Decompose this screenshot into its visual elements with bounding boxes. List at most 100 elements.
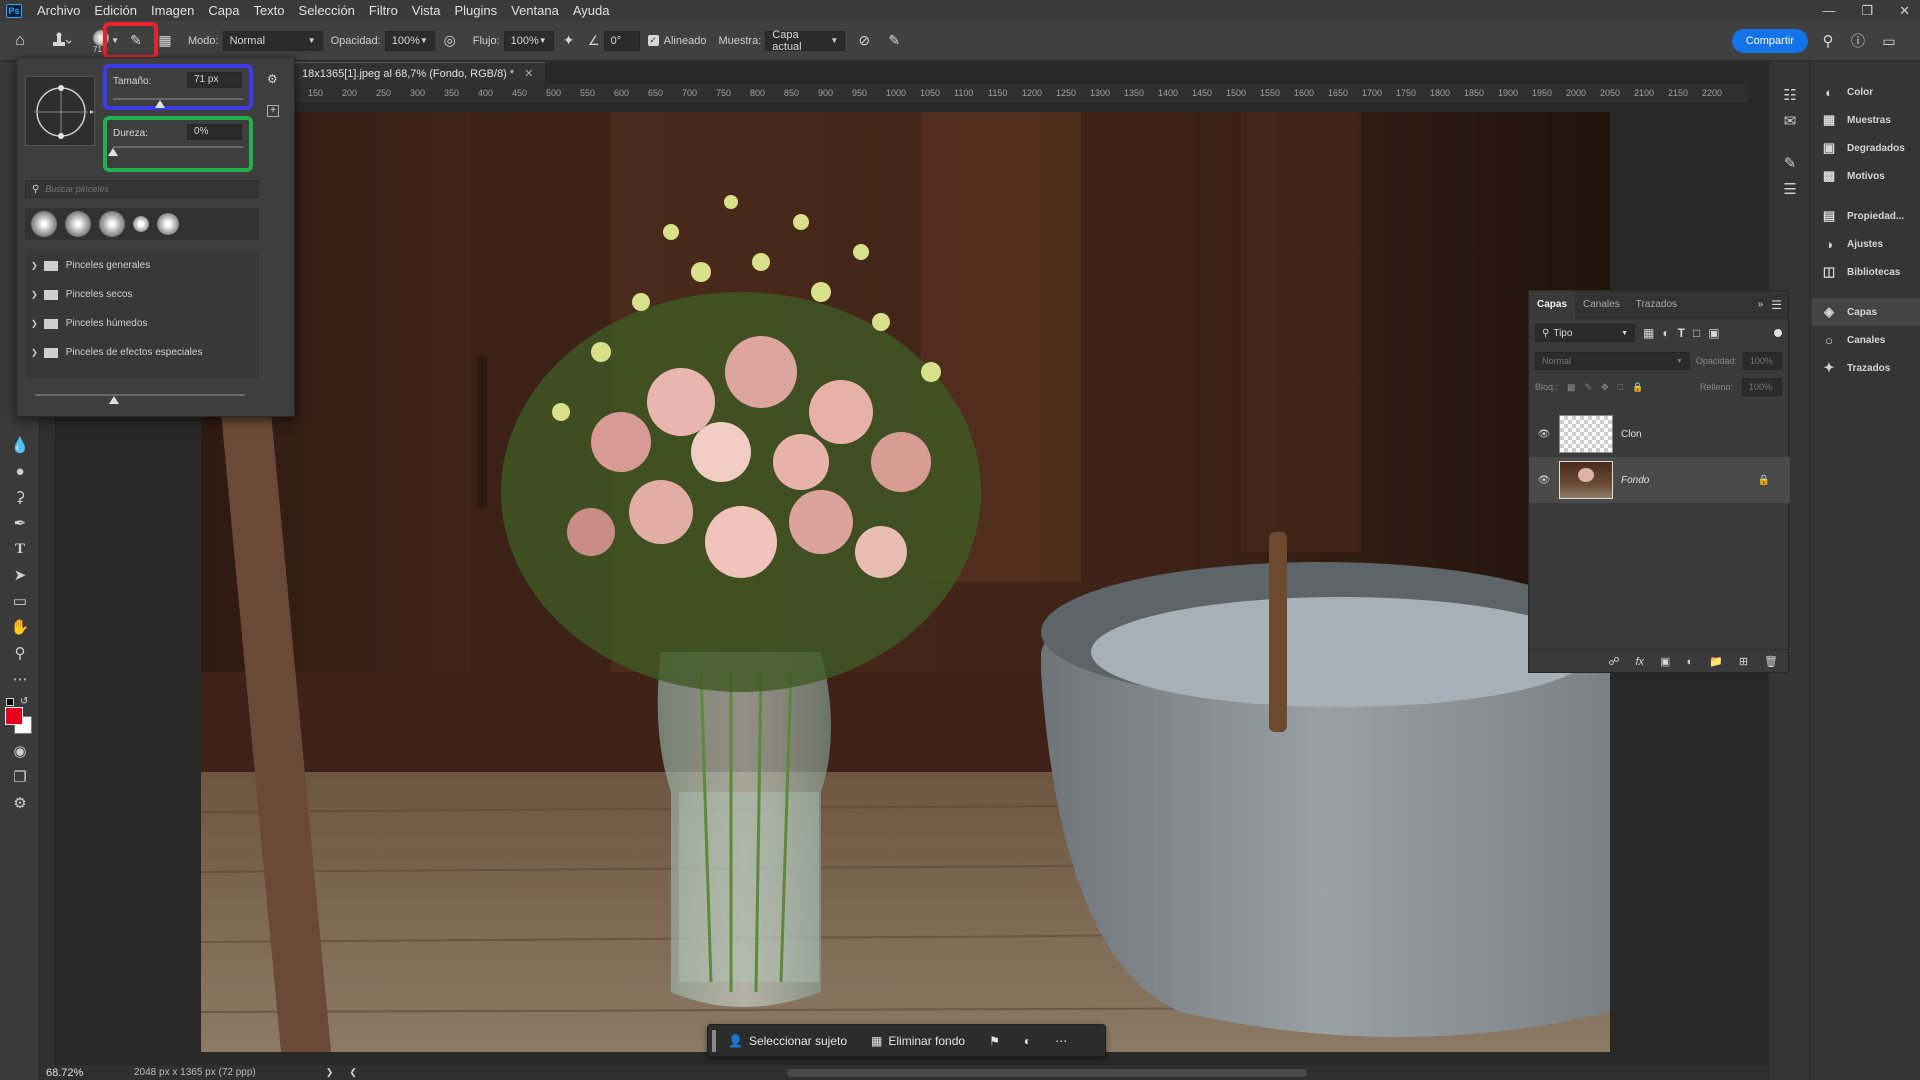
recent-brush-5[interactable] — [157, 213, 179, 235]
dodge-tool-icon[interactable]: ● — [0, 458, 40, 484]
layer-row-clon[interactable]: 👁 Clon — [1529, 411, 1790, 457]
panel-menu-icon[interactable]: ☰ — [1771, 298, 1782, 312]
new-group-icon[interactable]: 📁 — [1709, 655, 1723, 668]
clone-source-panel-icon[interactable]: ☰ — [1769, 176, 1811, 202]
foreground-color-swatch[interactable] — [5, 707, 23, 725]
recent-brush-4[interactable] — [133, 216, 149, 232]
menu-edicion[interactable]: Edición — [87, 0, 144, 21]
remove-background-button[interactable]: ▦ Eliminar fondo — [859, 1024, 977, 1057]
zoom-tool-icon[interactable]: ⚲ — [0, 640, 40, 666]
eye-icon[interactable]: 👁 — [1529, 475, 1559, 486]
mode-select[interactable]: Normal ▼ — [222, 30, 323, 51]
screen-mode-icon[interactable]: ❐ — [0, 764, 40, 790]
menu-ayuda[interactable]: Ayuda — [566, 0, 617, 21]
layer-name[interactable]: Fondo — [1621, 475, 1649, 486]
brush-search-field[interactable]: ⚲ — [25, 180, 259, 198]
zoom-level[interactable]: 68.72% — [40, 1067, 110, 1079]
dock-patterns[interactable]: ▩ Motivos — [1811, 162, 1920, 190]
help-icon[interactable]: ⓘ — [1846, 28, 1870, 54]
add-mask-icon[interactable]: ▣ — [1660, 655, 1670, 668]
select-subject-button[interactable]: 👤 Seleccionar sujeto — [716, 1024, 859, 1057]
lock-pixels-icon[interactable]: ✎ — [1585, 382, 1593, 393]
layer-opacity-input[interactable]: 100% — [1742, 352, 1782, 370]
close-tab-icon[interactable]: ✕ — [524, 67, 533, 80]
chevron-left-icon[interactable]: ❮ — [349, 1067, 357, 1078]
brush-angle-preview[interactable] — [25, 76, 95, 146]
more-options-button[interactable]: ⋯ — [1043, 1024, 1079, 1057]
recent-brush-3[interactable] — [99, 211, 125, 237]
new-adjustment-icon[interactable]: ◐ — [1686, 656, 1693, 668]
opacity-input[interactable]: 100% ▼ — [384, 30, 435, 51]
swap-colors-icon[interactable]: ↺ — [20, 696, 28, 707]
share-button[interactable]: Compartir — [1731, 29, 1808, 53]
hardness-slider-thumb[interactable] — [108, 148, 118, 156]
aligned-checkbox[interactable]: ✓ — [647, 35, 659, 46]
flow-input[interactable]: 100% ▼ — [503, 30, 554, 51]
sample-select[interactable]: Capa actual ▼ — [765, 29, 846, 53]
dock-libraries[interactable]: ◫ Bibliotecas — [1811, 258, 1920, 286]
workspace-icon[interactable]: ▭ — [1874, 28, 1904, 54]
size-slider-track[interactable] — [113, 98, 243, 100]
dock-swatches[interactable]: ▦ Muestras — [1811, 106, 1920, 134]
lock-all-icon[interactable]: 🔒 — [1632, 382, 1643, 393]
ignore-adjustment-icon[interactable]: ⊘ — [849, 28, 879, 54]
menu-seleccion[interactable]: Selección — [292, 0, 362, 21]
default-colors-icon[interactable] — [6, 698, 14, 706]
filter-shape-icon[interactable]: □ — [1693, 326, 1700, 340]
filter-pixel-icon[interactable]: ▦ — [1643, 326, 1654, 340]
dock-adjustments[interactable]: ◑ Ajustes — [1811, 230, 1920, 258]
dock-color[interactable]: ◐ Color — [1811, 78, 1920, 106]
layer-filter-select[interactable]: ⚲ Tipo ▼ — [1535, 324, 1635, 342]
filter-type-icon[interactable]: T — [1678, 326, 1685, 340]
eye-icon[interactable]: 👁 — [1529, 429, 1559, 440]
type-tool-icon[interactable]: T — [0, 536, 40, 562]
chevron-right-icon[interactable]: ❯ — [326, 1067, 334, 1078]
pressure-opacity-icon[interactable]: ◎ — [435, 28, 465, 54]
menu-vista[interactable]: Vista — [405, 0, 448, 21]
preview-size-slider[interactable] — [35, 394, 245, 396]
adjust-button[interactable]: ◐ — [1012, 1024, 1043, 1057]
quick-mask-icon[interactable]: ◉ — [0, 738, 40, 764]
new-layer-icon[interactable]: ⊞ — [1739, 655, 1748, 668]
fx-icon[interactable]: fx — [1635, 656, 1644, 668]
tab-capas[interactable]: Capas — [1529, 290, 1576, 319]
clone-stamp-preset-icon[interactable] — [40, 28, 80, 54]
pressure-size-icon[interactable]: ✎ — [879, 28, 909, 54]
color-swatches[interactable]: ↺ — [0, 692, 39, 738]
hardness-input[interactable]: 0% — [187, 124, 242, 140]
lock-position-icon[interactable]: ✥ — [1601, 382, 1609, 393]
airbrush-icon[interactable]: ✦ — [554, 28, 584, 54]
trash-icon[interactable]: 🗑 — [1764, 655, 1778, 668]
preview-size-thumb[interactable] — [109, 396, 119, 404]
document-image[interactable] — [201, 112, 1610, 1052]
close-icon[interactable]: ✕ — [1899, 0, 1910, 21]
minimize-icon[interactable]: — — [1822, 0, 1835, 21]
tab-trazados[interactable]: Trazados — [1628, 291, 1685, 319]
dock-properties[interactable]: ▤ Propiedad... — [1811, 202, 1920, 230]
burn-tool-icon[interactable]: ⚳ — [0, 484, 40, 510]
lock-transparent-icon[interactable]: ▩ — [1567, 382, 1576, 393]
dock-channels[interactable]: ○ Canales — [1811, 326, 1920, 354]
filter-smart-icon[interactable]: ▣ — [1708, 326, 1719, 340]
flag-button[interactable]: ⚑ — [977, 1024, 1012, 1057]
menu-plugins[interactable]: Plugins — [447, 0, 504, 21]
path-selection-icon[interactable]: ➤ — [0, 562, 40, 588]
brush-search-input[interactable] — [45, 184, 246, 194]
layer-row-fondo[interactable]: 👁 Fondo 🔒 — [1529, 457, 1790, 503]
folder-row[interactable]: ❯ Pinceles de efectos especiales — [27, 339, 259, 367]
blend-mode-select[interactable]: Normal ▼ — [1535, 352, 1690, 370]
menu-ventana[interactable]: Ventana — [504, 0, 566, 21]
document-tab[interactable]: 18x1365[1].jpeg al 68,7% (Fondo, RGB/8) … — [290, 62, 546, 84]
menu-imagen[interactable]: Imagen — [144, 0, 201, 21]
blur-tool-icon[interactable]: 💧 — [0, 432, 40, 458]
recent-brush-1[interactable] — [31, 211, 57, 237]
filter-toggle[interactable] — [1774, 329, 1782, 337]
angle-input[interactable]: 0° — [603, 30, 640, 51]
collapse-icon[interactable]: » — [1758, 299, 1764, 310]
edit-toolbar-icon[interactable]: ⚙ — [0, 790, 40, 816]
history-icon[interactable]: ☷ — [1769, 82, 1811, 108]
folder-row[interactable]: ❯ Pinceles húmedos — [27, 310, 259, 338]
hand-tool-icon[interactable]: ✋ — [0, 614, 40, 640]
menu-filtro[interactable]: Filtro — [362, 0, 405, 21]
size-input[interactable]: 71 px — [187, 72, 242, 88]
